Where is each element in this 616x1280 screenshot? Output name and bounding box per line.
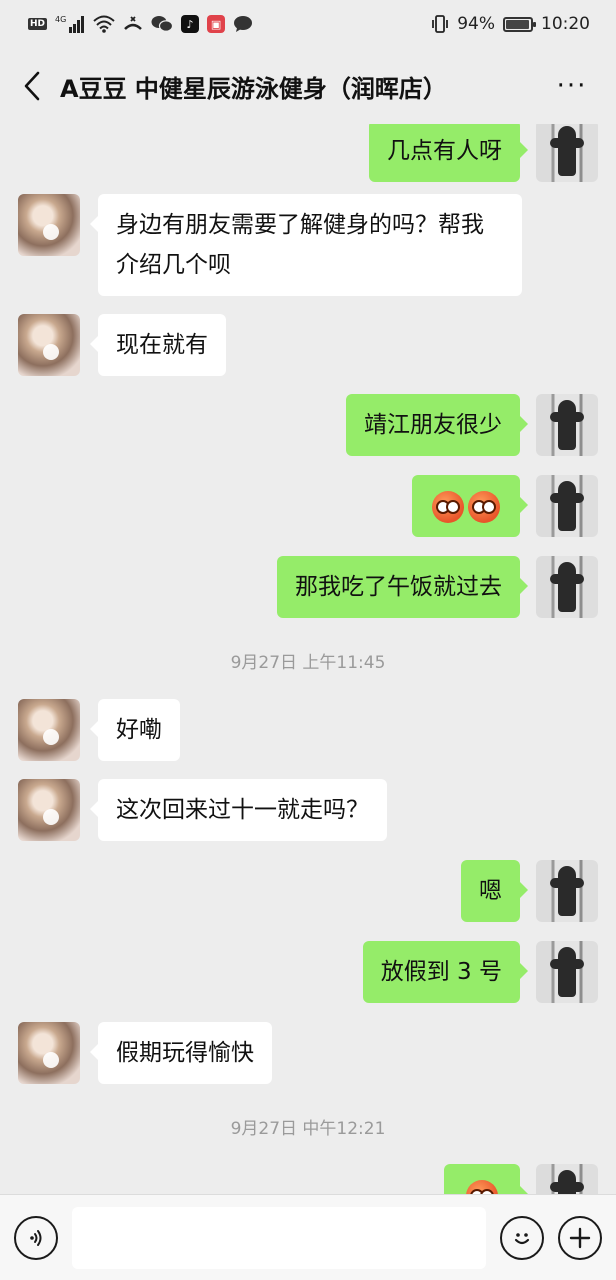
status-bar: HD 4G ♪ ▣ 94% 10:20 — [0, 0, 616, 48]
message-input[interactable] — [72, 1206, 486, 1269]
my-avatar[interactable] — [536, 1164, 598, 1194]
chat-header: A豆豆 中健星辰游泳健身（润晖店） ··· — [0, 48, 616, 124]
clock: 10:20 — [541, 14, 590, 34]
message-row: 靖江朋友很少 — [0, 394, 616, 456]
battery-percent: 94% — [457, 14, 495, 34]
more-button[interactable]: ··· — [542, 64, 602, 108]
status-right: 94% 10:20 — [431, 14, 590, 34]
message-bubble[interactable]: 这次回来过十一就走吗？ — [90, 779, 387, 841]
message-bubble[interactable]: 放假到 3 号 — [362, 941, 529, 1003]
voice-icon — [30, 1229, 42, 1246]
chevron-left-icon — [24, 71, 40, 101]
message-list[interactable]: 几点有人呀 身边有朋友需要了解健身的吗？帮我介绍几个呗 现在就有 靖江朋友很少 … — [0, 124, 616, 1194]
message-row: 放假到 3 号 — [0, 941, 616, 1003]
flushed-emoji-icon — [468, 490, 500, 523]
tiktok-icon: ♪ — [181, 15, 200, 33]
message-row: 现在就有 — [0, 314, 616, 376]
wechat-icon — [151, 15, 174, 33]
message-row: 那我吃了午饭就过去 — [0, 556, 616, 618]
my-avatar[interactable] — [536, 124, 598, 182]
message-row: 假期玩得愉快 — [0, 1022, 616, 1084]
my-avatar[interactable] — [536, 941, 598, 1003]
message-row — [0, 1164, 616, 1194]
red-app-icon: ▣ — [207, 15, 226, 33]
status-left: HD 4G ♪ ▣ — [28, 14, 253, 34]
message-row: 好嘞 — [0, 699, 616, 761]
emoji-button[interactable] — [500, 1215, 544, 1260]
message-bubble[interactable]: 假期玩得愉快 — [90, 1022, 272, 1084]
message-bubble[interactable]: 那我吃了午饭就过去 — [277, 556, 528, 618]
message-bubble[interactable]: 嗯 — [461, 860, 528, 922]
voice-button[interactable] — [14, 1215, 58, 1260]
message-bubble[interactable]: 身边有朋友需要了解健身的吗？帮我介绍几个呗 — [90, 194, 522, 296]
message-row: 几点有人呀 — [0, 124, 616, 182]
battery-fill — [506, 19, 529, 29]
message-row: 身边有朋友需要了解健身的吗？帮我介绍几个呗 — [0, 194, 616, 296]
input-bar — [0, 1194, 616, 1280]
message-row — [0, 475, 616, 537]
contact-avatar[interactable] — [18, 699, 80, 761]
my-avatar[interactable] — [536, 475, 598, 537]
network-label: 4G — [55, 15, 66, 24]
message-bubble[interactable]: 靖江朋友很少 — [346, 394, 528, 456]
missed-call-icon — [123, 15, 143, 33]
message-row: 这次回来过十一就走吗？ — [0, 779, 616, 841]
back-button[interactable] — [14, 64, 50, 108]
battery-icon — [503, 16, 536, 32]
emoji-message-bubble[interactable] — [412, 475, 528, 537]
timestamp: 9月27日 上午11:45 — [230, 653, 386, 673]
message-icon — [233, 15, 253, 33]
plus-icon — [569, 1227, 591, 1248]
my-avatar[interactable] — [536, 556, 598, 618]
flushed-emoji-icon — [466, 1179, 498, 1194]
message-bubble[interactable]: 几点有人呀 — [369, 124, 528, 182]
message-bubble[interactable]: 好嘞 — [90, 699, 180, 761]
wifi-icon — [93, 15, 115, 33]
contact-avatar[interactable] — [18, 194, 80, 256]
plus-button[interactable] — [558, 1215, 602, 1260]
timestamp: 9月27日 中午12:21 — [230, 1119, 386, 1139]
emoji-message-bubble[interactable] — [444, 1164, 528, 1194]
message-row: 嗯 — [0, 860, 616, 922]
flushed-emoji-icon — [432, 490, 464, 523]
my-avatar[interactable] — [536, 860, 598, 922]
chat-title: A豆豆 中健星辰游泳健身（润晖店） — [60, 74, 447, 103]
message-bubble[interactable]: 现在就有 — [90, 314, 226, 376]
contact-avatar[interactable] — [18, 779, 80, 841]
emoji-icon — [514, 1232, 530, 1244]
my-avatar[interactable] — [536, 394, 598, 456]
hd-icon: HD — [28, 18, 48, 30]
signal-icon: 4G — [55, 14, 85, 34]
vibrate-icon — [431, 14, 449, 34]
contact-avatar[interactable] — [18, 1022, 80, 1084]
contact-avatar[interactable] — [18, 314, 80, 376]
